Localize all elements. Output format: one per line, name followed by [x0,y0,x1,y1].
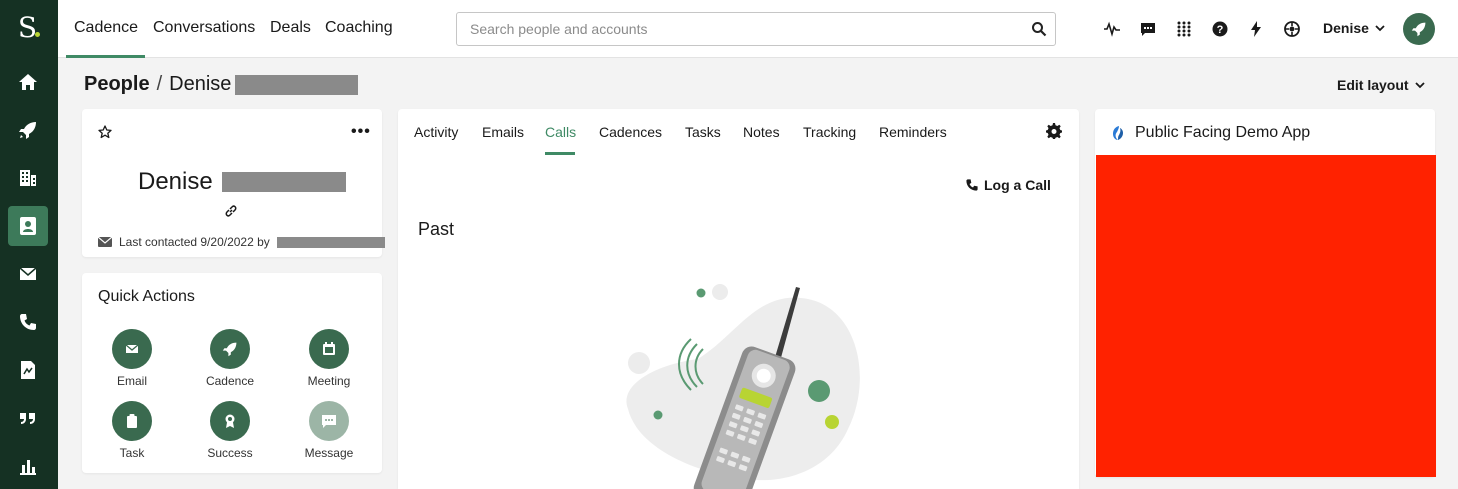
quick-action-label: Meeting [307,374,351,388]
redacted-last-name [221,172,346,192]
chevron-down-icon [1375,25,1385,32]
tab-tracking[interactable]: Tracking [803,124,856,140]
envelope-icon [125,344,139,353]
quick-action-label: Message [304,446,354,460]
contact-card: ••• Denise Last contacted 9/20/2022 by [82,109,385,257]
quick-action-success[interactable]: Success [190,401,270,460]
redacted-contact-owner [276,236,385,248]
tab-emails[interactable]: Emails [482,124,524,140]
tab-reminders[interactable]: Reminders [879,124,947,140]
avatar[interactable] [1403,13,1435,45]
user-name: Denise [1323,20,1369,36]
chat-icon[interactable] [1139,20,1157,38]
svg-text:?: ? [1217,24,1224,36]
rocket-icon [1411,22,1426,37]
quick-action-email[interactable]: Email [92,329,172,388]
demo-app-frame[interactable] [1096,155,1436,477]
award-icon [225,414,235,428]
app-logo[interactable]: S [0,8,58,48]
search-input[interactable] [470,21,1010,37]
building-icon[interactable] [8,158,48,198]
quick-actions-card: Quick Actions Email Cadence Meeting Task… [82,273,382,473]
nav-coaching[interactable]: Coaching [325,19,393,37]
redacted-last-name [235,74,359,95]
link-icon[interactable] [224,204,238,218]
app-logo-icon [1113,126,1123,140]
star-icon[interactable] [98,125,112,139]
contact-name: Denise [138,168,346,196]
activity-panel: Activity Emails Calls Cadences Tasks Not… [398,109,1079,489]
edit-layout-button[interactable]: Edit layout [1337,77,1425,93]
tab-activity[interactable]: Activity [414,124,458,140]
message-icon [322,415,336,428]
envelope-icon[interactable] [8,254,48,294]
quick-action-label: Email [116,374,147,388]
integrations-icon[interactable] [1283,20,1301,38]
demo-app-title: Public Facing Demo App [1135,124,1311,141]
search-box[interactable] [456,12,1056,46]
log-call-label: Log a Call [984,177,1051,193]
home-icon[interactable] [8,62,48,102]
user-menu[interactable]: Denise [1323,20,1385,36]
quick-action-task[interactable]: Task [92,401,172,460]
active-tab-indicator [545,152,575,155]
demo-app-panel: Public Facing Demo App [1095,109,1436,477]
calendar-icon [323,342,335,355]
activity-icon[interactable] [1103,20,1121,38]
rocket-icon [222,342,237,357]
clipboard-icon [127,414,137,428]
tab-cadences[interactable]: Cadences [599,124,662,140]
active-nav-indicator [66,55,145,58]
phone-illustration-icon [626,284,860,489]
breadcrumb-separator: / [156,73,163,95]
breadcrumb-current: Denise [169,73,232,95]
breadcrumb: People / Denise [84,73,359,96]
document-icon[interactable] [8,350,48,390]
tab-tasks[interactable]: Tasks [685,124,721,140]
tab-calls[interactable]: Calls [545,124,576,140]
chevron-down-icon [1414,82,1425,89]
tab-notes[interactable]: Notes [743,124,780,140]
envelope-icon [98,237,112,247]
edit-layout-label: Edit layout [1337,77,1409,93]
bar-chart-icon[interactable] [8,446,48,486]
person-icon[interactable] [8,206,48,246]
quick-actions-title: Quick Actions [98,288,195,305]
quick-action-message[interactable]: Message [289,401,369,460]
apps-grid-icon[interactable] [1175,20,1193,38]
nav-conversations[interactable]: Conversations [153,19,255,37]
nav-deals[interactable]: Deals [270,19,311,37]
last-contacted-text: Last contacted 9/20/2022 by [119,235,270,249]
lightning-icon[interactable] [1247,20,1265,38]
section-title-past: Past [418,219,455,239]
quick-action-label: Success [207,446,253,460]
left-rail: S [0,0,58,489]
contact-first-name: Denise [138,168,213,195]
last-contacted: Last contacted 9/20/2022 by [98,235,385,249]
quick-action-label: Cadence [205,374,255,388]
more-options-icon[interactable]: ••• [351,123,371,141]
quick-action-meeting[interactable]: Meeting [289,329,369,388]
nav-cadence[interactable]: Cadence [74,19,138,37]
search-icon[interactable] [1031,21,1047,37]
help-icon[interactable]: ? [1211,20,1229,38]
quote-icon[interactable] [8,398,48,438]
phone-icon[interactable] [8,302,48,342]
rocket-icon[interactable] [8,110,48,150]
quick-action-cadence[interactable]: Cadence [190,329,270,388]
breadcrumb-people[interactable]: People [84,73,150,96]
gear-icon[interactable] [1046,123,1062,139]
phone-icon [966,179,978,191]
log-call-button[interactable]: Log a Call [965,177,1051,193]
quick-action-label: Task [119,446,145,460]
top-bar: Cadence Conversations Deals Coaching ? D… [58,0,1458,58]
